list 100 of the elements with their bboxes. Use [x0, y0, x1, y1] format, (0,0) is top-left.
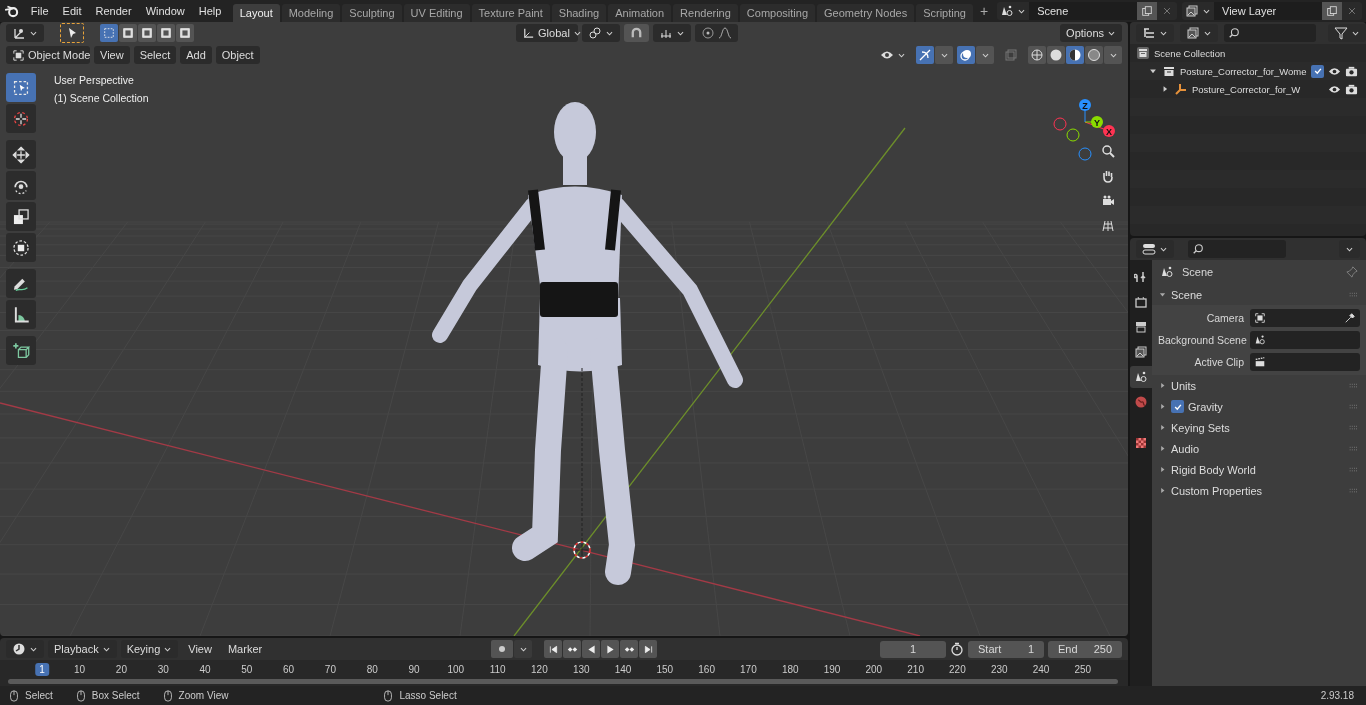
playback-button[interactable] [563, 640, 582, 658]
snap-target-dropdown[interactable] [653, 24, 692, 42]
pivot-dropdown[interactable] [582, 24, 621, 42]
workspace-tab[interactable]: Scripting [916, 4, 973, 22]
timeline-menu[interactable]: Keying [120, 640, 179, 658]
collapsed-arrow-icon[interactable] [1158, 402, 1167, 411]
timeline-menu[interactable]: Playback [48, 640, 117, 658]
outliner-item[interactable]: Posture_Corrector_for_W [1192, 83, 1301, 95]
copy-button[interactable] [1137, 2, 1158, 20]
viewport-menu[interactable]: Add [180, 46, 212, 64]
workspace-tab[interactable]: Compositing [739, 4, 815, 22]
tool-button[interactable] [6, 140, 36, 169]
playback-button[interactable] [639, 640, 658, 658]
menu-item[interactable]: Render [89, 2, 138, 20]
panel-header[interactable]: Keying Sets [1171, 421, 1230, 434]
view-layer-browse-button[interactable] [1182, 2, 1214, 20]
overlays-toggle[interactable] [957, 46, 975, 64]
axis-gizmo[interactable]: X Y Z [1050, 72, 1120, 162]
viewport-menu[interactable]: View [94, 46, 130, 64]
playback-button[interactable] [601, 640, 620, 658]
current-frame-field[interactable]: 1 [880, 640, 946, 658]
gravity-checkbox[interactable] [1171, 400, 1184, 413]
snap-button[interactable] [624, 24, 650, 42]
menu-item[interactable]: File [24, 2, 55, 20]
field-input[interactable] [1250, 331, 1360, 349]
end-frame-field[interactable]: End 250 [1048, 640, 1122, 658]
panel-header[interactable]: Custom Properties [1171, 484, 1263, 497]
view-layer-field[interactable]: View Layer [1214, 2, 1322, 20]
panel-header[interactable]: Scene [1171, 288, 1203, 301]
collapsed-arrow-icon[interactable] [1158, 486, 1167, 495]
scene-browse-button[interactable] [997, 2, 1030, 20]
playback-button[interactable] [544, 640, 563, 658]
selection-mode-button[interactable] [119, 24, 137, 42]
field-input[interactable] [1250, 309, 1360, 327]
exclude-checkbox[interactable] [1311, 64, 1324, 78]
options-dropdown[interactable] [1339, 240, 1360, 258]
panel-header[interactable]: Gravity [1188, 400, 1223, 413]
tool-button[interactable] [6, 104, 36, 133]
tool-button[interactable] [6, 300, 36, 329]
add-workspace-button[interactable]: + [974, 3, 994, 19]
menu-item[interactable]: Edit [56, 2, 88, 20]
copy-button[interactable] [1322, 2, 1342, 20]
search-field[interactable] [1224, 24, 1316, 42]
workspace-tab[interactable]: Geometry Nodes [817, 4, 915, 22]
workspace-tab[interactable]: Sculpting [342, 4, 402, 22]
properties-tab[interactable] [1130, 366, 1152, 388]
workspace-tab[interactable]: Modeling [281, 4, 341, 22]
shading-mode-button[interactable] [1066, 46, 1084, 64]
collapsed-arrow-icon[interactable] [1158, 423, 1167, 432]
field-input[interactable] [1250, 353, 1360, 371]
active-tool-button[interactable] [60, 23, 84, 43]
selection-mode-button[interactable] [100, 24, 118, 42]
outliner-item[interactable]: Scene Collection [1154, 47, 1226, 59]
editor-type-button[interactable] [6, 640, 44, 658]
tool-button[interactable] [6, 336, 36, 365]
panel-header[interactable]: Audio [1171, 442, 1200, 455]
timeline-scrollbar[interactable] [8, 679, 1118, 684]
filter-dropdown[interactable] [1328, 24, 1366, 42]
gizmo-toggle[interactable] [916, 46, 934, 64]
tool-button[interactable] [6, 233, 36, 262]
workspace-tab[interactable]: Texture Paint [471, 4, 550, 22]
start-frame-field[interactable]: Start 1 [968, 640, 1044, 658]
options-dropdown[interactable]: Options [1060, 24, 1122, 42]
playback-button[interactable] [582, 640, 601, 658]
workspace-tab[interactable]: Animation [608, 4, 672, 22]
shading-mode-button[interactable] [1047, 46, 1065, 64]
expanded-arrow-icon[interactable] [1158, 290, 1167, 299]
proportional-edit-button[interactable] [695, 24, 739, 42]
tool-button[interactable] [6, 202, 36, 231]
search-field[interactable] [1188, 240, 1286, 258]
selection-mode-button[interactable] [138, 24, 156, 42]
mode-dropdown[interactable]: Object Mode [6, 46, 90, 64]
scene-field[interactable]: Scene [1029, 2, 1138, 20]
workspace-tab[interactable]: UV Editing [403, 4, 470, 22]
playback-button[interactable] [620, 640, 639, 658]
selection-mode-button[interactable] [176, 24, 194, 42]
collapsed-arrow-icon[interactable] [1158, 381, 1167, 390]
menu-item[interactable]: Window [139, 2, 191, 20]
orientation-dropdown[interactable]: Global [516, 24, 579, 42]
workspace-tab[interactable]: Shading [551, 4, 607, 22]
panel-header[interactable]: Rigid Body World [1171, 463, 1256, 476]
editor-type-button[interactable] [1136, 24, 1174, 42]
tool-button[interactable] [6, 171, 36, 200]
timeline-menu[interactable]: View [182, 640, 218, 658]
workspace-tab[interactable]: Layout [232, 4, 280, 22]
close-button[interactable] [1342, 2, 1362, 20]
editor-type-button[interactable] [1136, 240, 1174, 258]
shading-mode-button[interactable] [1085, 46, 1103, 64]
record-button[interactable] [491, 640, 514, 658]
viewport-menu[interactable]: Object [215, 46, 260, 64]
viewport-menu[interactable]: Select [133, 46, 177, 64]
collapsed-arrow-icon[interactable] [1158, 444, 1167, 453]
display-mode-dropdown[interactable] [1180, 24, 1218, 42]
collapsed-arrow-icon[interactable] [1158, 465, 1167, 474]
timeline-menu[interactable]: Marker [221, 640, 269, 658]
tool-button[interactable] [6, 269, 36, 298]
selection-mode-button[interactable] [157, 24, 175, 42]
workspace-tab[interactable]: Rendering [673, 4, 738, 22]
panel-header[interactable]: Units [1171, 379, 1197, 392]
menu-item[interactable]: Help [192, 2, 228, 20]
